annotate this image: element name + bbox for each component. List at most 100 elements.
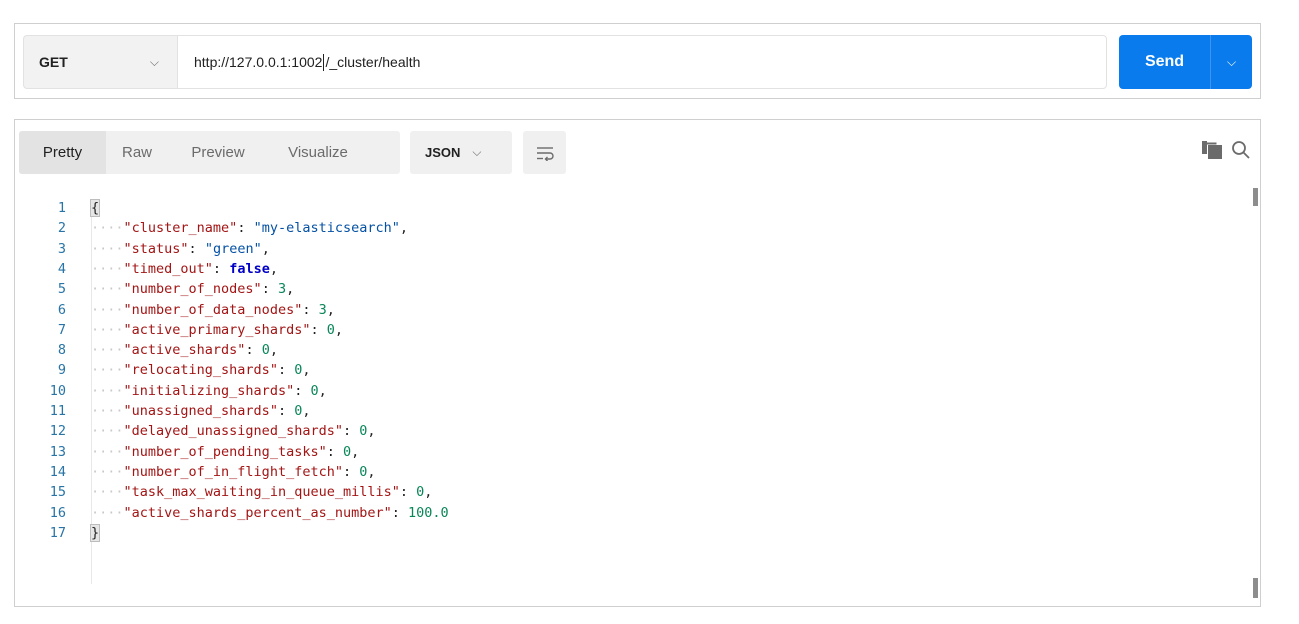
code-text: ····"timed_out": false, [91, 259, 278, 279]
json-punctuation: : [277, 403, 295, 419]
indent-dots: ···· [91, 403, 124, 419]
code-text: ····"active_shards": 0, [91, 340, 278, 360]
line-number: 12 [49, 423, 66, 440]
json-punctuation: : [342, 463, 360, 480]
tab-pretty[interactable]: Pretty [19, 131, 106, 174]
json-punctuation: , [424, 484, 433, 501]
scrollbar-marker-bottom [1253, 578, 1258, 598]
json-number: 3 [277, 281, 287, 298]
json-punctuation: , [326, 301, 335, 318]
method-label: GET [39, 54, 68, 70]
line-number: 6 [57, 301, 66, 318]
indent-dots: ···· [91, 382, 124, 399]
line-number: 4 [57, 260, 66, 277]
send-button[interactable]: Send [1119, 35, 1210, 89]
indent-dots: ···· [91, 281, 124, 298]
indent-dots: ···· [91, 463, 124, 480]
json-key: "status" [123, 240, 189, 257]
json-punctuation: : [326, 443, 343, 460]
request-row: GET ⌵ http://127.0.0.1:1002/_cluster/hea… [23, 35, 1252, 89]
code-line: 6 ····"number_of_data_nodes": 3, [15, 300, 1247, 320]
code-text: { [89, 198, 101, 218]
code-line: 15 ····"task_max_waiting_in_queue_millis"… [15, 482, 1247, 502]
chevron-down-icon: ⌵ [1226, 54, 1237, 69]
json-punctuation: , [302, 403, 311, 419]
json-punctuation: : [391, 504, 408, 521]
json-punctuation: , [367, 463, 376, 480]
indent-dots: ···· [91, 321, 124, 338]
indent-dots: ···· [91, 260, 124, 277]
tab-visualize[interactable]: Visualize [268, 131, 368, 174]
code-line: 9 ····"relocating_shards": 0, [15, 360, 1247, 380]
json-punctuation: , [367, 423, 376, 440]
line-number: 15 [49, 484, 66, 501]
line-number: 5 [57, 281, 66, 298]
code-line: 5 ····"number_of_nodes": 3, [15, 279, 1247, 299]
code-text: ····"cluster_name": "my-elasticsearch", [91, 218, 408, 238]
code-line: 13 ····"number_of_pending_tasks": 0, [15, 442, 1247, 462]
json-number: 0 [342, 443, 352, 460]
json-boolean: false [229, 260, 270, 277]
json-brace: { [89, 199, 101, 217]
json-string: "green" [204, 240, 262, 257]
json-key: "active_primary_shards" [123, 321, 311, 338]
code-text: ····"initializing_shards": 0, [91, 381, 327, 401]
json-punctuation: : [212, 260, 230, 277]
json-punctuation: : [188, 240, 205, 257]
copy-icon[interactable] [1202, 141, 1222, 159]
code-line: 8 ····"active_shards": 0, [15, 340, 1247, 360]
send-button-group: Send ⌵ [1119, 35, 1252, 89]
line-number: 14 [49, 463, 66, 480]
json-key: "relocating_shards" [123, 362, 278, 379]
code-text: ····"number_of_in_flight_fetch": 0, [91, 462, 376, 482]
json-punctuation: : [277, 362, 295, 379]
code-line: 16 ····"active_shards_percent_as_number":… [15, 503, 1247, 523]
indent-dots: ···· [91, 484, 124, 501]
json-number: 0 [310, 382, 319, 399]
code-line: 3 ····"status": "green", [15, 239, 1247, 259]
json-punctuation: , [269, 260, 278, 277]
code-text: ····"task_max_waiting_in_queue_millis": … [91, 482, 432, 502]
json-punctuation: , [334, 321, 343, 338]
indent-dots: ···· [91, 443, 124, 460]
line-number: 10 [49, 382, 66, 399]
line-number: 13 [49, 443, 66, 460]
search-icon[interactable] [1231, 140, 1251, 160]
indent-dots: ···· [91, 362, 124, 379]
text-caret [323, 53, 325, 71]
url-text-before-caret: http://127.0.0.1:1002 [194, 54, 323, 70]
json-key: "number_of_in_flight_fetch" [123, 463, 343, 480]
code-text: ····"delayed_unassigned_shards": 0, [91, 421, 376, 441]
request-bar: GET ⌵ http://127.0.0.1:1002/_cluster/hea… [14, 23, 1261, 99]
send-options-button[interactable]: ⌵ [1211, 35, 1252, 89]
vertical-scrollbar[interactable] [1253, 188, 1258, 600]
method-select[interactable]: GET ⌵ [23, 35, 177, 89]
json-punctuation: , [399, 220, 409, 237]
chevron-down-icon: ⌵ [149, 54, 159, 69]
json-punctuation: : [342, 423, 360, 440]
json-punctuation: , [318, 382, 327, 399]
line-number: 8 [57, 342, 66, 359]
json-key: "active_shards_percent_as_number" [123, 504, 392, 521]
json-number: 0 [326, 321, 335, 338]
indent-dots: ···· [91, 504, 124, 521]
format-select[interactable]: JSON ⌵ [410, 131, 512, 174]
json-key: "cluster_name" [123, 220, 238, 237]
code-text: } [89, 523, 101, 543]
wrap-lines-button[interactable] [523, 131, 566, 174]
code-line: 2 ····"cluster_name": "my-elasticsearch", [15, 218, 1247, 238]
tab-raw[interactable]: Raw [106, 131, 168, 174]
json-code-view[interactable]: 1{2 ····"cluster_name": "my-elasticsearch… [15, 190, 1247, 602]
code-text: ····"active_shards_percent_as_number": 1… [91, 503, 449, 523]
json-key: "timed_out" [123, 260, 213, 277]
json-number: 0 [261, 342, 270, 359]
url-input[interactable]: http://127.0.0.1:1002/_cluster/health [177, 35, 1107, 89]
tab-preview[interactable]: Preview [168, 131, 268, 174]
json-key: "active_shards" [123, 342, 246, 359]
json-punctuation: : [310, 321, 327, 338]
code-line: 17} [15, 523, 1247, 543]
json-punctuation: , [269, 342, 278, 359]
line-number: 16 [49, 504, 66, 521]
json-punctuation: : [399, 484, 417, 501]
json-punctuation: : [237, 220, 254, 237]
